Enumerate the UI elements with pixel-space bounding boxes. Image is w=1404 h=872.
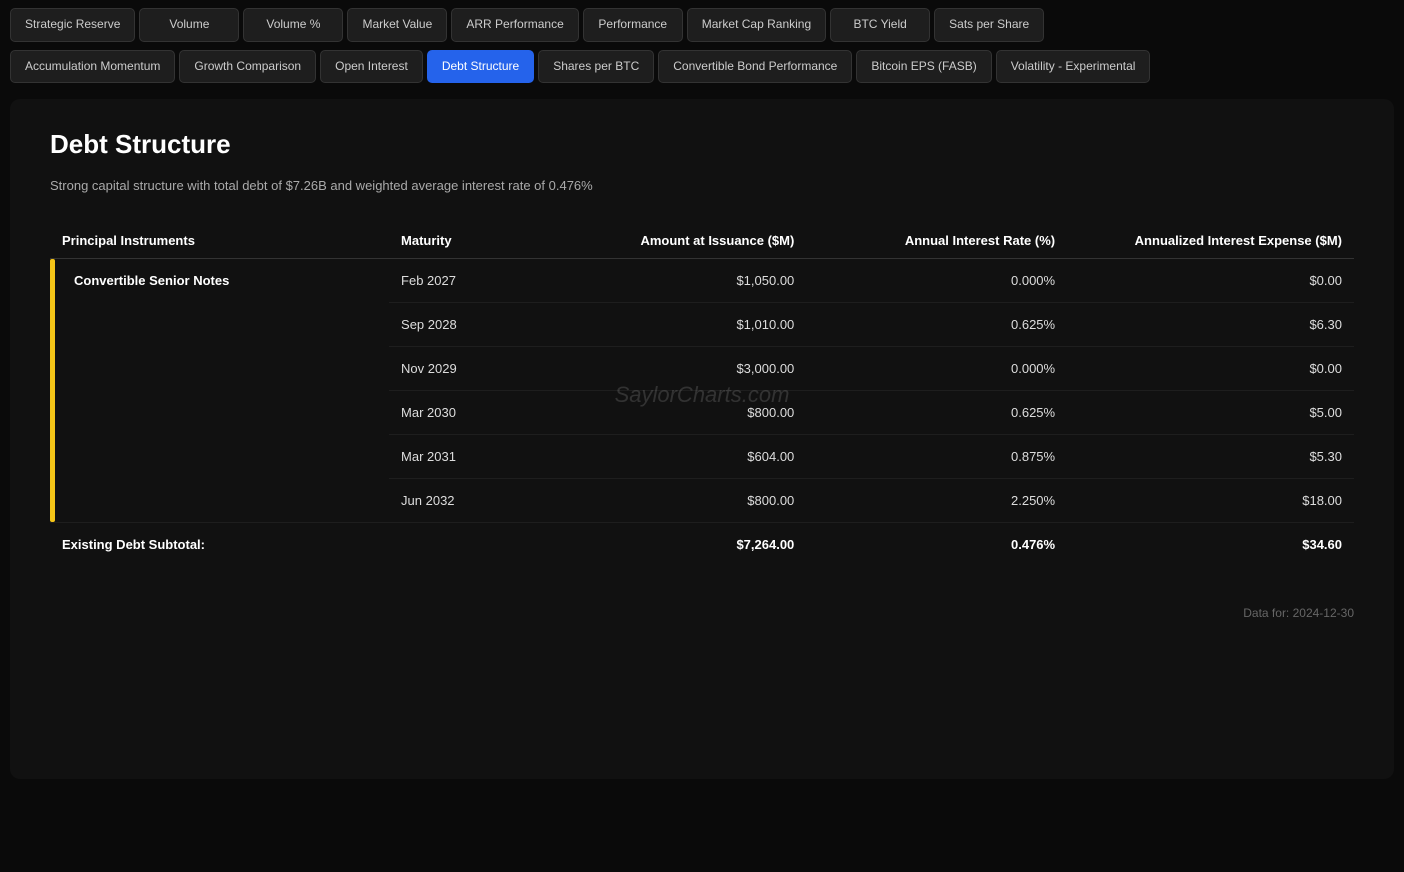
nav-btn-accumulation-momentum[interactable]: Accumulation Momentum: [10, 50, 175, 84]
subtotal-rate: 0.476%: [806, 523, 1067, 567]
cell-rate: 2.250%: [806, 479, 1067, 523]
nav-btn-performance[interactable]: Performance: [583, 8, 683, 42]
nav-btn-sats-per-share[interactable]: Sats per Share: [934, 8, 1044, 42]
cell-maturity: Sep 2028: [389, 303, 545, 347]
cell-rate: 0.875%: [806, 435, 1067, 479]
cell-amount: $604.00: [546, 435, 807, 479]
subtotal-row: Existing Debt Subtotal:$7,264.000.476%$3…: [50, 523, 1354, 567]
group-label: Convertible Senior Notes: [74, 273, 229, 288]
subtotal-expense: $34.60: [1067, 523, 1354, 567]
col-header-expense: Annualized Interest Expense ($M): [1067, 223, 1354, 259]
nav-row-1: Strategic ReserveVolumeVolume %Market Va…: [0, 0, 1404, 50]
table-row: Convertible Senior Notes Feb 2027$1,050.0…: [50, 259, 1354, 303]
cell-maturity: Mar 2030: [389, 391, 545, 435]
nav-btn-volume[interactable]: Volume: [139, 8, 239, 42]
nav-btn-growth-comparison[interactable]: Growth Comparison: [179, 50, 316, 84]
subtotal-amount: $7,264.00: [546, 523, 807, 567]
cell-expense: $5.30: [1067, 435, 1354, 479]
data-date: Data for: 2024-12-30: [50, 606, 1354, 620]
cell-maturity: Jun 2032: [389, 479, 545, 523]
nav-btn-volume-%[interactable]: Volume %: [243, 8, 343, 42]
col-header-amount: Amount at Issuance ($M): [546, 223, 807, 259]
cell-amount: $3,000.00: [546, 347, 807, 391]
nav-btn-bitcoin-eps-(fasb)[interactable]: Bitcoin EPS (FASB): [856, 50, 991, 84]
col-header-instrument: Principal Instruments: [50, 223, 389, 259]
cell-expense: $18.00: [1067, 479, 1354, 523]
nav-btn-strategic-reserve[interactable]: Strategic Reserve: [10, 8, 135, 42]
debt-table: Principal Instruments Maturity Amount at…: [50, 223, 1354, 566]
col-header-maturity: Maturity: [389, 223, 545, 259]
yellow-bar-cell: Convertible Senior Notes: [50, 259, 389, 523]
subtotal-label: Existing Debt Subtotal:: [50, 523, 546, 567]
col-header-rate: Annual Interest Rate (%): [806, 223, 1067, 259]
nav-btn-shares-per-btc[interactable]: Shares per BTC: [538, 50, 654, 84]
nav-btn-market-value[interactable]: Market Value: [347, 8, 447, 42]
page-title: Debt Structure: [50, 129, 1354, 160]
nav-row-2: Accumulation MomentumGrowth ComparisonOp…: [0, 50, 1404, 90]
cell-rate: 0.625%: [806, 303, 1067, 347]
cell-expense: $0.00: [1067, 347, 1354, 391]
table-header-row: Principal Instruments Maturity Amount at…: [50, 223, 1354, 259]
cell-amount: $800.00: [546, 391, 807, 435]
cell-expense: $0.00: [1067, 259, 1354, 303]
cell-maturity: Mar 2031: [389, 435, 545, 479]
nav-btn-btc-yield[interactable]: BTC Yield: [830, 8, 930, 42]
nav-btn-market-cap-ranking[interactable]: Market Cap Ranking: [687, 8, 826, 42]
subtitle: Strong capital structure with total debt…: [50, 178, 1354, 193]
cell-amount: $800.00: [546, 479, 807, 523]
cell-rate: 0.000%: [806, 347, 1067, 391]
cell-amount: $1,050.00: [546, 259, 807, 303]
yellow-bar: [50, 259, 55, 522]
nav-btn-debt-structure[interactable]: Debt Structure: [427, 50, 534, 84]
cell-maturity: Feb 2027: [389, 259, 545, 303]
cell-rate: 0.625%: [806, 391, 1067, 435]
nav-btn-volatility---experimental[interactable]: Volatility - Experimental: [996, 50, 1151, 84]
nav-btn-arr-performance[interactable]: ARR Performance: [451, 8, 578, 42]
cell-maturity: Nov 2029: [389, 347, 545, 391]
main-container: Debt Structure Strong capital structure …: [10, 99, 1394, 779]
cell-expense: $5.00: [1067, 391, 1354, 435]
cell-amount: $1,010.00: [546, 303, 807, 347]
cell-expense: $6.30: [1067, 303, 1354, 347]
nav-btn-convertible-bond-performance[interactable]: Convertible Bond Performance: [658, 50, 852, 84]
table-wrapper: SaylorCharts.com Principal Instruments M…: [50, 223, 1354, 566]
nav-btn-open-interest[interactable]: Open Interest: [320, 50, 423, 84]
cell-rate: 0.000%: [806, 259, 1067, 303]
